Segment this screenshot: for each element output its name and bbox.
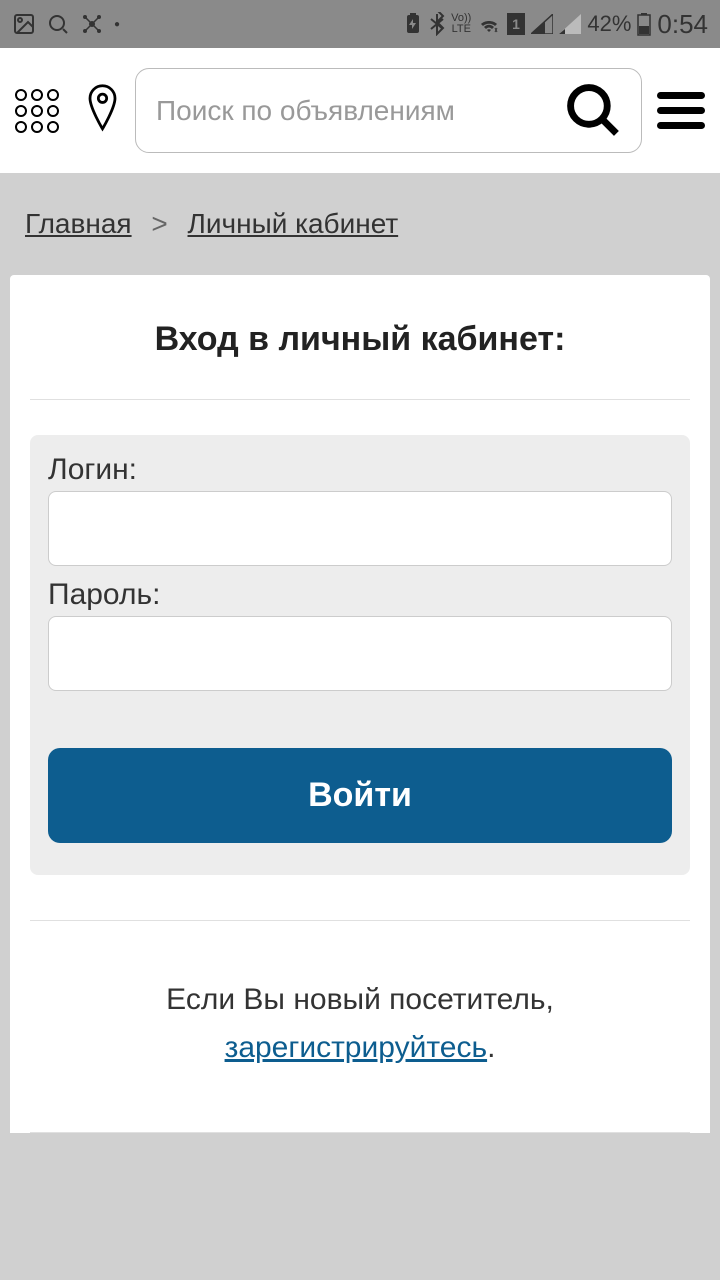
volte-indicator: Vo)) LTE xyxy=(451,13,471,35)
search-input[interactable] xyxy=(156,95,566,127)
search-icon[interactable] xyxy=(566,83,621,138)
register-prompt: Если Вы новый посетитель, xyxy=(166,983,554,1016)
password-label: Пароль: xyxy=(48,578,672,612)
password-field[interactable] xyxy=(48,616,672,691)
bluetooth-icon xyxy=(429,12,445,36)
login-form: Логин: Пароль: Войти xyxy=(30,435,690,875)
breadcrumb-home[interactable]: Главная xyxy=(25,208,132,239)
status-bar: ● Vo)) LTE 1 42% 0:54 xyxy=(0,0,720,48)
app-header xyxy=(0,48,720,173)
battery-saver-icon xyxy=(403,13,423,35)
categories-icon[interactable] xyxy=(15,83,70,138)
sim1-icon: 1 xyxy=(507,13,525,35)
breadcrumb-separator: > xyxy=(151,208,167,239)
menu-icon[interactable] xyxy=(657,92,705,129)
register-section: Если Вы новый посетитель, зарегистрируйт… xyxy=(30,921,690,1132)
login-button[interactable]: Войти xyxy=(48,748,672,843)
breadcrumb-current[interactable]: Личный кабинет xyxy=(188,208,399,239)
network-icon xyxy=(80,12,104,36)
register-suffix: . xyxy=(487,1031,495,1064)
signal2-icon xyxy=(559,14,581,34)
signal1-icon xyxy=(531,14,553,34)
wifi-icon xyxy=(477,14,501,34)
divider xyxy=(30,1132,690,1133)
divider xyxy=(30,399,690,400)
dot-icon: ● xyxy=(114,19,120,30)
image-icon xyxy=(12,12,36,36)
register-link[interactable]: зарегистрируйтесь xyxy=(225,1031,488,1064)
battery-percentage: 42% xyxy=(587,11,631,37)
battery-icon xyxy=(637,12,651,36)
login-field[interactable] xyxy=(48,491,672,566)
location-pin-icon[interactable] xyxy=(85,83,120,138)
login-label: Логин: xyxy=(48,453,672,487)
breadcrumb: Главная > Личный кабинет xyxy=(0,173,720,265)
login-card: Вход в личный кабинет: Логин: Пароль: Во… xyxy=(10,275,710,1133)
clock-time: 0:54 xyxy=(657,9,708,40)
login-title: Вход в личный кабинет: xyxy=(30,275,690,399)
search-box[interactable] xyxy=(135,68,642,153)
search-status-icon xyxy=(46,12,70,36)
svg-text:1: 1 xyxy=(512,16,520,32)
